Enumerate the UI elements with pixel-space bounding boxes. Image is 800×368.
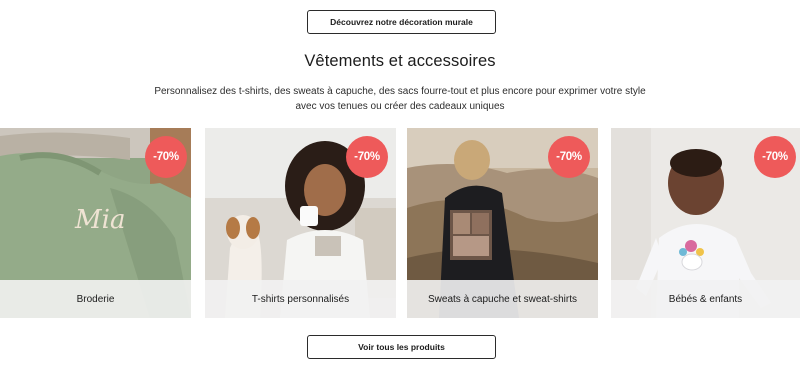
card-label: Sweats à capuche et sweat-shirts (407, 280, 598, 318)
svg-text:Mia: Mia (74, 205, 125, 235)
card-label: T-shirts personnalisés (205, 280, 396, 318)
wall-decor-button[interactable]: Découvrez notre décoration murale (307, 10, 496, 34)
card-label: Bébés & enfants (611, 280, 800, 318)
discount-badge: -70% (346, 136, 388, 178)
discount-badge: -70% (145, 136, 187, 178)
product-card-embroidery[interactable]: Mia -70% Broderie (0, 128, 191, 318)
section-title: Vêtements et accessoires (304, 52, 496, 70)
view-all-products-button[interactable]: Voir tous les produits (307, 335, 496, 359)
section-subtitle: Personnalisez des t-shirts, des sweats à… (154, 86, 646, 112)
discount-badge: -70% (754, 136, 796, 178)
product-card-hoodies[interactable]: -70% Sweats à capuche et sweat-shirts (407, 128, 598, 318)
product-card-tshirts[interactable]: -70% T-shirts personnalisés (205, 128, 396, 318)
discount-badge: -70% (548, 136, 590, 178)
product-card-babies-kids[interactable]: -70% Bébés & enfants (611, 128, 800, 318)
card-label: Broderie (0, 280, 191, 318)
